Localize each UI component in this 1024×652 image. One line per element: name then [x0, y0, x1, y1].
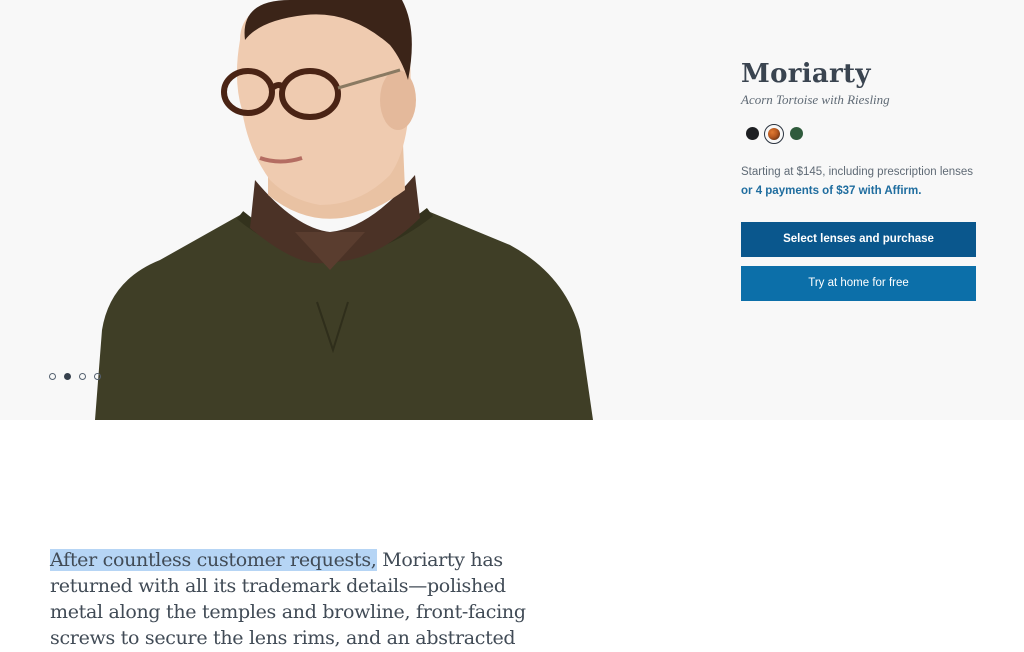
carousel-dot[interactable]: [79, 373, 86, 380]
product-variant: Acorn Tortoise with Riesling: [741, 92, 890, 107]
select-lenses-button[interactable]: Select lenses and purchase: [741, 222, 976, 257]
product-name: Moriarty: [741, 59, 871, 89]
product-description: After countless customer requests, Moria…: [50, 547, 550, 652]
color-swatches: [741, 124, 977, 144]
swatch-acorn-tortoise-selected[interactable]: [764, 124, 784, 144]
product-hero: Moriarty Acorn Tortoise with Riesling St…: [0, 0, 1024, 420]
selected-text: After countless customer requests,: [50, 549, 377, 571]
product-photo: [90, 0, 600, 420]
price-info: Starting at $145, including prescription…: [741, 166, 974, 178]
affirm-payment-link[interactable]: or 4 payments of $37 with Affirm.: [741, 183, 977, 199]
swatch-green[interactable]: [790, 127, 803, 140]
try-at-home-button[interactable]: Try at home for free: [741, 266, 976, 301]
carousel-dot[interactable]: [94, 373, 101, 380]
product-panel: Moriarty Acorn Tortoise with Riesling St…: [741, 58, 977, 301]
carousel-dot-active[interactable]: [64, 373, 71, 380]
swatch-black[interactable]: [746, 127, 759, 140]
carousel-dot[interactable]: [49, 373, 56, 380]
